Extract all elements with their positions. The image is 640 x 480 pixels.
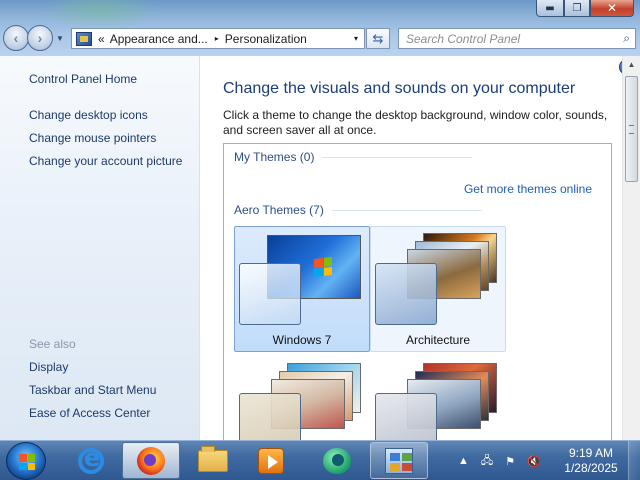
window-color-swatch — [239, 263, 301, 325]
media-player-icon — [258, 447, 284, 474]
taskbar-internet-explorer[interactable] — [62, 442, 120, 479]
taskbar-control-panel[interactable] — [370, 442, 428, 479]
recent-pages-chevron-icon[interactable]: ▼ — [56, 34, 64, 51]
group-divider — [322, 156, 473, 158]
clock-time: 9:19 AM — [568, 446, 614, 460]
back-button[interactable]: ‹ — [3, 25, 29, 51]
taskbar: ▲ 🖧 ⚑ 🔇 9:19 AM 1/28/2025 — [0, 440, 640, 480]
group-divider — [331, 209, 482, 211]
theme-windows-7[interactable]: Windows 7 — [234, 226, 370, 352]
address-bar[interactable]: « Appearance and... ▸ Personalization ▾ — [71, 28, 365, 49]
theme-name: Architecture — [405, 333, 471, 347]
sidebar-link-control-panel-home[interactable]: Control Panel Home — [29, 72, 137, 86]
my-themes-label: My Themes (0) — [234, 150, 315, 164]
clock-date: 1/28/2025 — [564, 461, 618, 475]
close-button[interactable]: ✕ — [590, 0, 634, 17]
forward-button[interactable]: › — [27, 25, 53, 51]
system-clock[interactable]: 9:19 AM 1/28/2025 — [556, 446, 626, 476]
taskbar-media-player[interactable] — [242, 442, 300, 479]
page-description: Click a theme to change the desktop back… — [223, 108, 608, 137]
task-sidebar: Control Panel Home Change desktop icons … — [0, 56, 200, 440]
network-icon[interactable]: 🖧 — [481, 452, 493, 471]
scroll-up-arrow-icon[interactable]: ▲ — [623, 56, 640, 73]
main-pane: ? Change the visuals and sounds on your … — [201, 56, 635, 440]
window-color-swatch — [375, 263, 437, 325]
refresh-button[interactable]: ⇆ — [366, 28, 390, 49]
address-dropdown-icon[interactable]: ▾ — [354, 34, 358, 43]
show-desktop-button[interactable] — [628, 441, 640, 480]
theme-landscapes[interactable] — [370, 356, 506, 440]
search-placeholder: Search Control Panel — [406, 31, 521, 46]
volume-muted-icon[interactable]: 🔇 — [527, 455, 541, 468]
refresh-icon: ⇆ — [372, 30, 384, 46]
breadcrumb-overflow[interactable]: « — [98, 32, 105, 46]
notification-area: ▲ 🖧 ⚑ 🔇 — [458, 441, 553, 480]
aero-themes-label: Aero Themes (7) — [234, 203, 324, 217]
sidebar-link-account-picture[interactable]: Change your account picture — [29, 154, 182, 168]
theme-name: Windows 7 — [272, 333, 332, 347]
start-button[interactable] — [6, 442, 46, 480]
forward-arrow-icon: › — [37, 30, 43, 46]
get-more-themes-link[interactable]: Get more themes online — [464, 182, 592, 196]
theme-characters[interactable] — [234, 356, 370, 440]
windows-logo-icon — [19, 454, 35, 470]
window-color-swatch — [239, 393, 301, 440]
search-icon[interactable]: ⌕ — [623, 31, 630, 46]
navigation-buttons: ‹ › ▼ — [3, 25, 64, 51]
folder-icon — [198, 445, 228, 472]
maximize-button[interactable]: ❐ — [564, 0, 590, 17]
sidebar-link-mouse-pointers[interactable]: Change mouse pointers — [29, 131, 156, 145]
scrollbar-thumb[interactable] — [625, 76, 638, 182]
window-color-swatch — [375, 393, 437, 440]
show-hidden-icons-button[interactable]: ▲ — [458, 455, 469, 467]
control-panel-icon — [76, 31, 92, 46]
taskbar-firefox[interactable] — [122, 442, 180, 479]
page-title: Change the visuals and sounds on your co… — [223, 80, 576, 97]
theme-architecture[interactable]: Architecture — [370, 226, 506, 352]
vertical-scrollbar[interactable]: ▲ — [622, 56, 640, 440]
control-panel-icon — [385, 447, 413, 474]
messenger-icon — [323, 447, 351, 474]
window-titlebar: ▬ ❐ ✕ ‹ › ▼ « Appearance and... ▸ Person… — [0, 0, 640, 56]
action-center-flag-icon[interactable]: ⚑ — [505, 455, 515, 468]
windows-logo-icon — [314, 257, 332, 277]
sidebar-link-ease-of-access[interactable]: Ease of Access Center — [29, 406, 150, 420]
theme-list: My Themes (0) Get more themes online Aer… — [223, 143, 612, 440]
window-controls: ▬ ❐ ✕ — [536, 0, 634, 18]
breadcrumb-appearance[interactable]: Appearance and... — [110, 32, 208, 46]
back-arrow-icon: ‹ — [13, 30, 19, 46]
breadcrumb-personalization[interactable]: Personalization — [225, 32, 307, 46]
taskbar-messenger[interactable] — [308, 442, 366, 479]
sidebar-link-taskbar[interactable]: Taskbar and Start Menu — [29, 383, 156, 397]
search-input[interactable]: Search Control Panel ⌕ — [398, 28, 636, 49]
firefox-icon — [137, 446, 165, 475]
aero-themes-heading: Aero Themes (7) — [234, 203, 482, 217]
breadcrumb-separator-icon[interactable]: ▸ — [215, 34, 219, 43]
sidebar-link-desktop-icons[interactable]: Change desktop icons — [29, 108, 148, 122]
window-content: Control Panel Home Change desktop icons … — [0, 56, 640, 440]
internet-explorer-icon — [78, 444, 104, 474]
minimize-button[interactable]: ▬ — [536, 0, 564, 17]
sidebar-link-display[interactable]: Display — [29, 360, 68, 374]
taskbar-file-explorer[interactable] — [184, 442, 242, 479]
see-also-heading: See also — [29, 337, 76, 351]
my-themes-heading: My Themes (0) — [234, 150, 473, 164]
